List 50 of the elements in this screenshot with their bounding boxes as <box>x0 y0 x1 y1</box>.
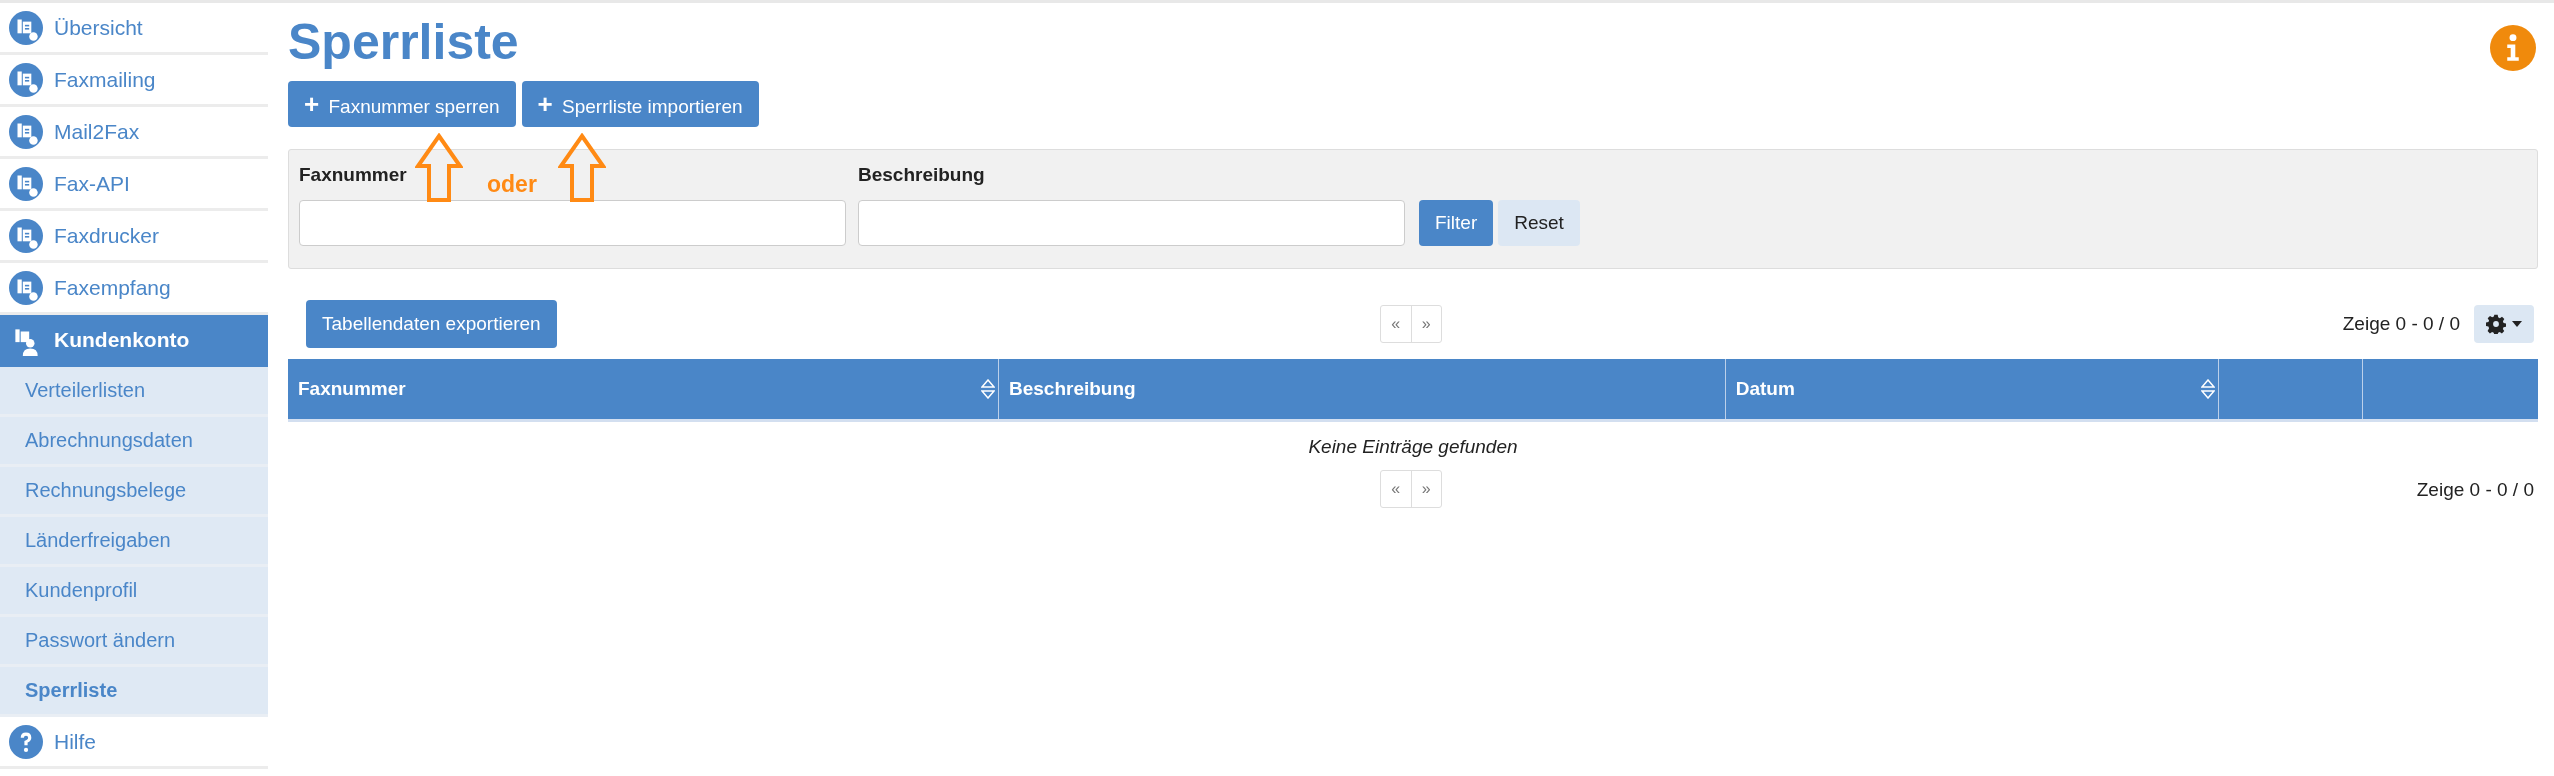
result-count: Zeige 0 - 0 / 0 <box>2416 479 2535 501</box>
sidebar-item[interactable]: Faxdrucker <box>0 211 268 263</box>
field-label: Beschreibung <box>858 164 985 186</box>
fax-machine-icon <box>9 62 43 97</box>
sidebar-subitem[interactable]: Verteilerlisten <box>0 367 268 417</box>
sidebar-item[interactable]: Übersicht <box>0 3 268 55</box>
next-page-button[interactable]: » <box>1411 306 1441 342</box>
column-header: Faxnummer <box>298 378 406 400</box>
fax-machine-icon <box>9 10 43 45</box>
sidebar-subitem[interactable]: Abrechnungsdaten <box>0 417 268 467</box>
result-count: Zeige 0 - 0 / 0 <box>2342 313 2460 335</box>
sidebar-subitem[interactable]: Rechnungsbelege <box>0 467 268 517</box>
column-header: Beschreibung <box>1009 378 1136 400</box>
reset-button[interactable]: Reset <box>1498 200 1580 246</box>
fax-machine-icon <box>9 270 43 305</box>
sidebar-subitem[interactable]: Sperrliste <box>0 667 268 717</box>
column-header: Datum <box>1735 378 1795 400</box>
previous-page-button[interactable]: « <box>1381 471 1412 507</box>
export-button[interactable]: Tabellendaten exportieren <box>306 300 557 348</box>
add-button[interactable]: + Faxnummer sperren <box>288 81 516 127</box>
caret-icon <box>2512 321 2522 327</box>
help-icon <box>9 724 43 759</box>
sidebar-subitem[interactable]: Kundenprofil <box>0 567 268 617</box>
field-label: Faxnummer <box>299 164 407 186</box>
gear-icon <box>2486 314 2506 334</box>
arrow-annotation <box>415 133 463 203</box>
previous-page-button[interactable]: « <box>1381 306 1412 342</box>
settings-dropdown-button[interactable] <box>2474 305 2534 343</box>
sidebar-item[interactable]: Kundenkonto <box>0 315 268 367</box>
add-button[interactable]: + Sperrliste importieren <box>521 81 759 127</box>
empty-message: Keine Einträge gefunden <box>1307 435 1519 459</box>
annotation-text: oder <box>487 171 537 198</box>
fax-machine-icon <box>9 218 43 253</box>
filter-button[interactable]: Filter <box>1419 200 1494 246</box>
sidebar-item[interactable]: Hilfe <box>0 717 268 769</box>
input-field[interactable] <box>299 200 846 246</box>
arrow-annotation <box>558 133 606 203</box>
sidebar-item[interactable]: Faxmailing <box>0 55 268 107</box>
sidebar-item[interactable]: Mail2Fax <box>0 107 268 159</box>
sidebar-item[interactable]: Fax-API <box>0 159 268 211</box>
page-title: Sperrliste <box>288 13 519 71</box>
input-field[interactable] <box>858 200 1405 246</box>
next-page-button[interactable]: » <box>1411 471 1441 507</box>
fax-machine-icon <box>9 114 43 149</box>
sort-icon[interactable] <box>981 379 995 399</box>
info-icon[interactable] <box>2490 25 2536 71</box>
sidebar-subitem[interactable]: Länderfreigaben <box>0 517 268 567</box>
sort-icon[interactable] <box>2200 379 2215 399</box>
sidebar-subitem[interactable]: Passwort ändern <box>0 617 268 667</box>
fax-machine-icon <box>9 166 43 201</box>
